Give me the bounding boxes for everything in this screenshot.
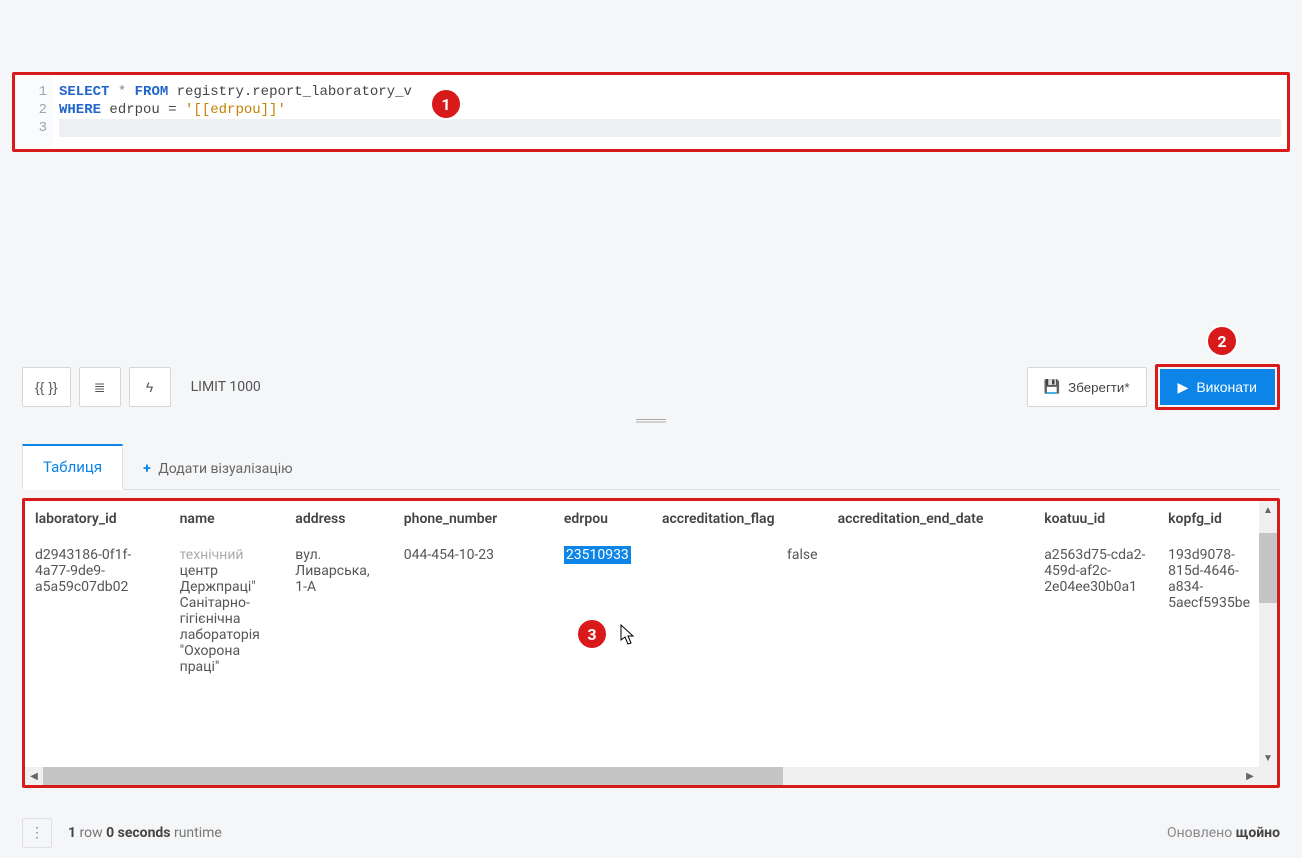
callout-badge-1: 1 xyxy=(430,88,462,120)
editor-toolbar: {{ }} ≣ ϟ LIMIT 1000 💾 Зберегти* ▶ Викон… xyxy=(22,366,1280,408)
scroll-thumb[interactable] xyxy=(43,767,783,785)
results-table: laboratory_id name address phone_number … xyxy=(25,501,1277,681)
vertical-scrollbar[interactable]: ▲ ▼ xyxy=(1259,501,1277,767)
execute-button-highlight: ▶ Виконати xyxy=(1155,364,1280,410)
limit-label[interactable]: LIMIT 1000 xyxy=(191,379,261,395)
cell-phone: 044-454-10-23 xyxy=(394,541,554,681)
code-line: SELECT * FROM registry.report_laboratory… xyxy=(59,83,1281,101)
cell-koatuu-id: a2563d75-cda2-459d-af2c-2e04ee30b0a1 xyxy=(1034,541,1158,681)
line-number: 3 xyxy=(21,119,47,137)
scroll-up-icon[interactable]: ▲ xyxy=(1259,501,1277,519)
add-visualization-button[interactable]: + Додати візуалізацію xyxy=(123,449,312,489)
add-visualization-label: Додати візуалізацію xyxy=(158,461,292,477)
code-line xyxy=(59,119,1281,137)
cell-accreditation-flag: false xyxy=(652,541,828,681)
col-header[interactable]: laboratory_id xyxy=(25,501,170,541)
execute-button[interactable]: ▶ Виконати xyxy=(1160,369,1275,405)
results-tabs: Таблиця + Додати візуалізацію xyxy=(22,442,1280,490)
format-button[interactable]: ϟ xyxy=(129,367,171,407)
editor-gutter: 1 2 3 xyxy=(15,75,53,149)
drag-handle[interactable]: ═══ xyxy=(626,412,676,416)
play-icon: ▶ xyxy=(1178,379,1189,396)
scroll-corner xyxy=(1259,767,1277,785)
indent-button[interactable]: ≣ xyxy=(79,367,121,407)
line-number: 1 xyxy=(21,83,47,101)
col-header[interactable]: edrpou xyxy=(554,501,652,541)
save-button[interactable]: 💾 Зберегти* xyxy=(1027,367,1147,407)
line-number: 2 xyxy=(21,101,47,119)
col-header[interactable]: koatuu_id xyxy=(1034,501,1158,541)
scroll-left-icon[interactable]: ◀ xyxy=(25,767,43,785)
col-header[interactable]: name xyxy=(170,501,286,541)
status-refresh: Оновлено щойно xyxy=(1167,825,1280,841)
callout-badge-3: 3 xyxy=(576,618,608,650)
code-line: WHERE edrpou = '[[edrpou]]' xyxy=(59,101,1281,119)
tab-table[interactable]: Таблиця xyxy=(22,444,123,490)
save-icon: 💾 xyxy=(1044,379,1061,395)
save-label: Зберегти* xyxy=(1068,380,1129,395)
brackets-button[interactable]: {{ }} xyxy=(22,367,71,407)
table-row[interactable]: d2943186-0f1f-4a77-9de9-a5a59c07db02 тех… xyxy=(25,541,1277,681)
sql-code-area[interactable]: SELECT * FROM registry.report_laboratory… xyxy=(53,75,1287,149)
results-panel: laboratory_id name address phone_number … xyxy=(22,498,1280,788)
status-bar: ⋮ 1 row 0 seconds runtime Оновлено щойно xyxy=(22,818,1280,848)
cell-edrpou: 23510933 xyxy=(554,541,652,681)
execute-label: Виконати xyxy=(1196,379,1257,395)
table-header-row: laboratory_id name address phone_number … xyxy=(25,501,1277,541)
cell-address: вул. Ливарська, 1-А xyxy=(285,541,393,681)
col-header[interactable]: phone_number xyxy=(394,501,554,541)
plus-icon: + xyxy=(143,461,151,477)
callout-badge-2: 2 xyxy=(1206,325,1238,357)
status-menu-button[interactable]: ⋮ xyxy=(22,818,52,848)
col-header[interactable]: accreditation_flag xyxy=(652,501,828,541)
horizontal-scrollbar[interactable]: ◀ ▶ xyxy=(25,767,1259,785)
col-header[interactable]: accreditation_end_date xyxy=(828,501,1035,541)
col-header[interactable]: address xyxy=(285,501,393,541)
scroll-right-icon[interactable]: ▶ xyxy=(1241,767,1259,785)
scroll-thumb[interactable] xyxy=(1259,533,1277,603)
scroll-down-icon[interactable]: ▼ xyxy=(1259,749,1277,767)
results-table-wrap: laboratory_id name address phone_number … xyxy=(25,501,1277,767)
cell-accreditation-end-date xyxy=(828,541,1035,681)
sql-editor-panel: 1 2 3 SELECT * FROM registry.report_labo… xyxy=(12,72,1290,152)
cell-laboratory-id: d2943186-0f1f-4a77-9de9-a5a59c07db02 xyxy=(25,541,170,681)
status-text: 1 row 0 seconds runtime xyxy=(68,825,222,841)
cell-name: технічний центр Держпраці" Санітарно-гіг… xyxy=(170,541,286,681)
